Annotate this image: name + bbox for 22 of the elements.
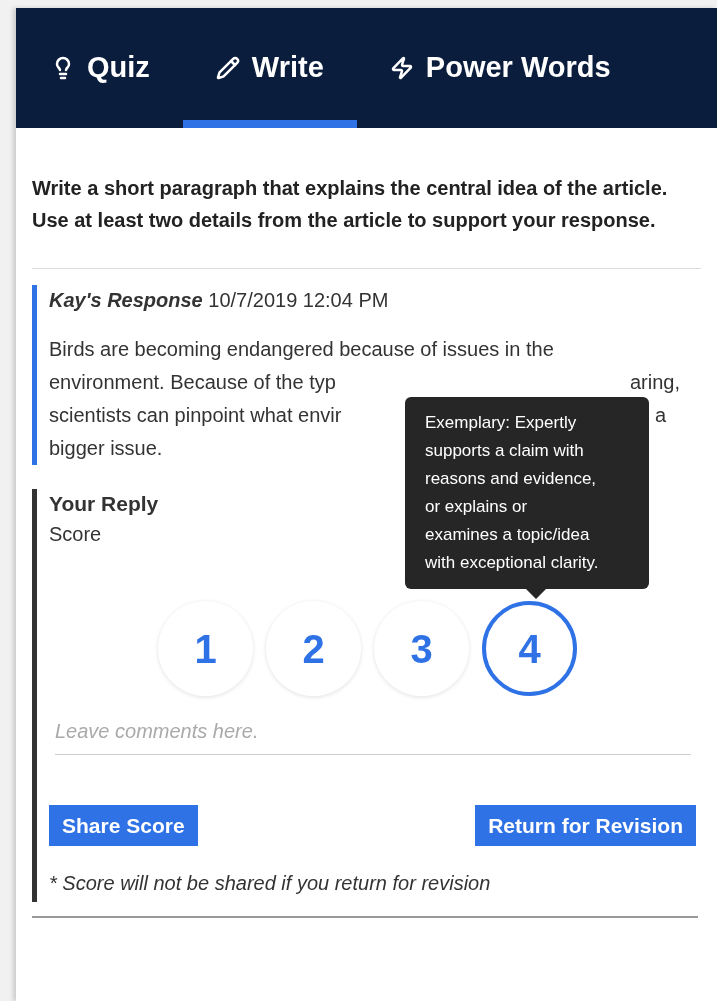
tab[interactable]: Quiz [18, 8, 183, 128]
reply-title: Your Reply [49, 491, 159, 517]
tab[interactable]: Write [182, 8, 357, 128]
response-header: Kay's Response 10/7/2019 12:04 PM [49, 288, 390, 313]
response-text: Birds are becoming endangered because of issues in the [49, 337, 554, 362]
response-text: environment. Because of the typ [49, 370, 336, 395]
response-text: a [654, 403, 666, 428]
response-text: bigger issue. [49, 436, 163, 461]
response-text: scientists can pinpoint what envir [49, 403, 342, 428]
share-score-button[interactable]: Share Score [49, 805, 198, 846]
score-option[interactable]: 2 [266, 601, 361, 696]
response-text: aring, [629, 370, 680, 395]
return-revision-button[interactable]: Return for Revision [475, 805, 696, 846]
prompt-text: Write a short paragraph that explains the central idea of the article. Use at least two details from the article to support your response. [32, 176, 669, 233]
score-label: Score [49, 522, 102, 547]
tooltip: Exemplary: Expertly supports a claim with reasons and evidence, or explains or examines a topic/idea with exceptional clarity. [405, 397, 649, 589]
score-option[interactable]: 3 [374, 601, 469, 696]
tab[interactable]: Power Words [356, 8, 644, 128]
score-option[interactable]: 1 [158, 601, 253, 696]
comment-field[interactable]: Leave comments here. [55, 716, 691, 755]
score-option[interactable]: 4 [482, 601, 577, 696]
footnote-text: * Score will not be shared if you return for revision [49, 871, 492, 896]
